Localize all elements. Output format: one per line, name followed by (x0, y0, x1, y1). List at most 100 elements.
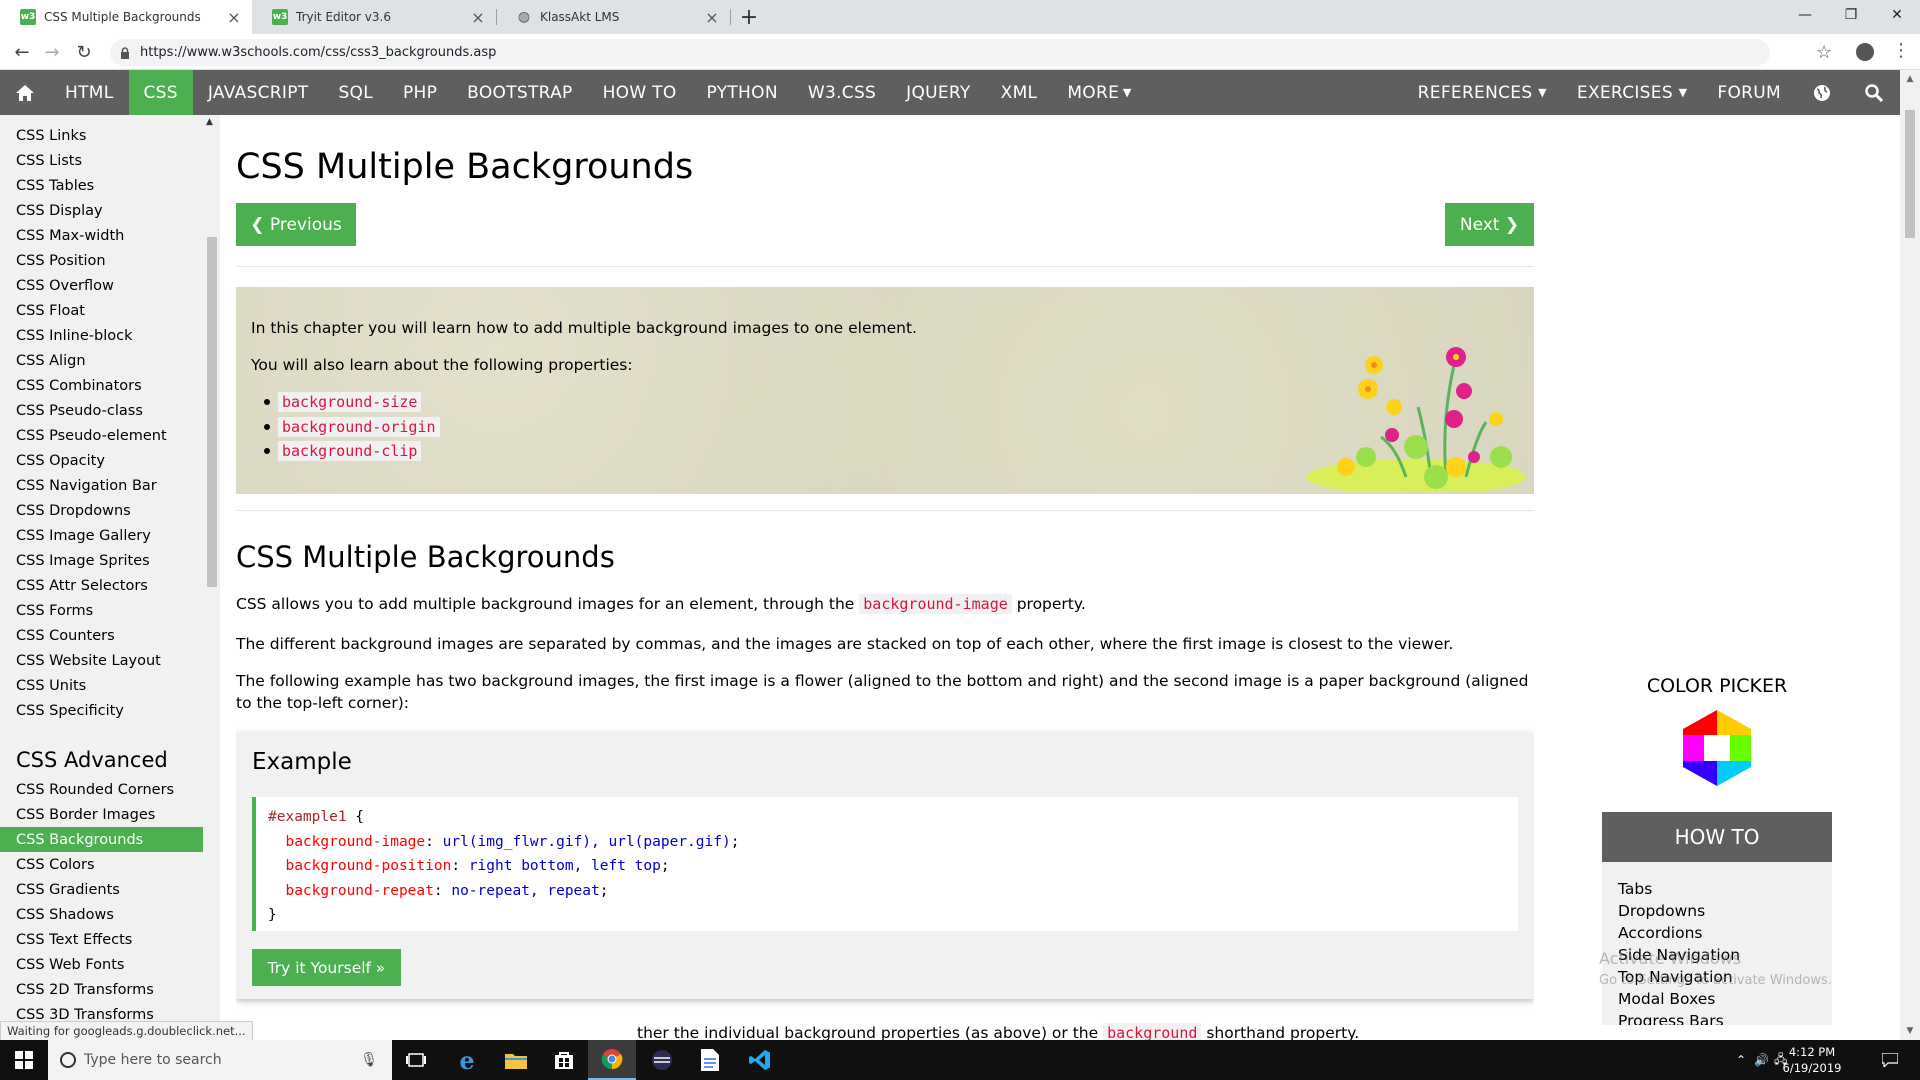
nav-references[interactable]: REFERENCES ▼ (1403, 70, 1562, 115)
browser-tab[interactable]: ◍ KlassAkt LMS × (496, 0, 730, 34)
nav-item-xml[interactable]: XML (986, 70, 1053, 115)
nav-forum[interactable]: FORUM (1702, 70, 1796, 115)
scrollbar-thumb[interactable] (207, 237, 217, 587)
nav-item-python[interactable]: PYTHON (692, 70, 793, 115)
previous-button[interactable]: ❮ Previous (236, 203, 356, 246)
close-tab-icon[interactable]: × (704, 8, 720, 27)
sidebar-item-css-combinators[interactable]: CSS Combinators (0, 373, 203, 398)
sidebar-item-css-colors[interactable]: CSS Colors (0, 852, 203, 877)
search-icon[interactable] (1848, 70, 1900, 115)
sidebar-item-css-gradients[interactable]: CSS Gradients (0, 877, 203, 902)
nav-item-css[interactable]: CSS (128, 70, 193, 115)
forward-button[interactable]: → (40, 40, 64, 64)
scroll-up-arrow-icon[interactable]: ▲ (206, 117, 213, 127)
close-window-button[interactable]: ✕ (1874, 0, 1920, 30)
task-view-icon[interactable] (392, 1040, 440, 1080)
volume-icon[interactable]: 🔊 (1754, 1053, 1774, 1067)
globe-icon[interactable] (1796, 70, 1848, 115)
file-explorer-icon[interactable] (492, 1040, 540, 1080)
chrome-icon[interactable] (588, 1040, 636, 1080)
sidebar-item-css-attr-selectors[interactable]: CSS Attr Selectors (0, 573, 203, 598)
nav-exercises[interactable]: EXERCISES ▼ (1562, 70, 1703, 115)
sidebar-item-css-max-width[interactable]: CSS Max-width (0, 223, 203, 248)
sidebar-scrollbar[interactable]: ▲ (204, 115, 218, 1025)
sidebar-item-css-image-sprites[interactable]: CSS Image Sprites (0, 548, 203, 573)
sidebar-item-css-counters[interactable]: CSS Counters (0, 623, 203, 648)
bookmark-star-icon[interactable]: ☆ (1816, 42, 1832, 63)
store-icon[interactable] (540, 1040, 588, 1080)
sidebar-item-css-forms[interactable]: CSS Forms (0, 598, 203, 623)
sidebar-item-css-pseudo-element[interactable]: CSS Pseudo-element (0, 423, 203, 448)
next-button[interactable]: Next ❯ (1445, 203, 1534, 246)
taskbar-search-box[interactable]: Type here to search 🎙 (48, 1040, 392, 1080)
sidebar-item-css-display[interactable]: CSS Display (0, 198, 203, 223)
nav-item-bootstrap[interactable]: BOOTSTRAP (452, 70, 587, 115)
sidebar-item-css-specificity[interactable]: CSS Specificity (0, 698, 203, 723)
page-scrollbar[interactable]: ▲ ▼ (1900, 70, 1920, 1040)
scrollbar-thumb[interactable] (1905, 110, 1915, 238)
browser-tab-active[interactable]: w3 CSS Multiple Backgrounds × (0, 0, 252, 34)
sidebar-item-css-shadows[interactable]: CSS Shadows (0, 902, 203, 927)
windows-start-icon[interactable] (0, 1040, 48, 1080)
nav-item-php[interactable]: PHP (388, 70, 452, 115)
sidebar-item-css-inline-block[interactable]: CSS Inline-block (0, 323, 203, 348)
how-to-link-accordions[interactable]: Accordions (1602, 922, 1832, 944)
sidebar-item-css-align[interactable]: CSS Align (0, 348, 203, 373)
address-bar[interactable]: https://www.w3schools.com/css/css3_backg… (110, 39, 1770, 66)
sidebar-item-css-text-effects[interactable]: CSS Text Effects (0, 927, 203, 952)
nav-item-more[interactable]: MORE ▼ (1052, 70, 1146, 115)
sidebar-item-css-links[interactable]: CSS Links (0, 123, 203, 148)
close-tab-icon[interactable]: × (226, 8, 242, 27)
browser-menu-icon[interactable]: ⋮ (1892, 40, 1910, 61)
notifications-icon[interactable] (1870, 1040, 1910, 1080)
back-button[interactable]: ← (10, 40, 34, 64)
nav-item-how-to[interactable]: HOW TO (588, 70, 692, 115)
sidebar-item-css-web-fonts[interactable]: CSS Web Fonts (0, 952, 203, 977)
how-to-link-modal-boxes[interactable]: Modal Boxes (1602, 988, 1832, 1010)
sidebar-item-css-border-images[interactable]: CSS Border Images (0, 802, 203, 827)
minimize-button[interactable]: — (1782, 0, 1828, 30)
color-picker-icon[interactable] (1677, 708, 1757, 788)
profile-avatar-icon[interactable] (1856, 43, 1874, 61)
sidebar-item-css-navigation-bar[interactable]: CSS Navigation Bar (0, 473, 203, 498)
sidebar-item-css-rounded-corners[interactable]: CSS Rounded Corners (0, 777, 203, 802)
nav-item-javascript[interactable]: JAVASCRIPT (193, 70, 324, 115)
sidebar-item-css-image-gallery[interactable]: CSS Image Gallery (0, 523, 203, 548)
taskbar-clock[interactable]: 4:12 PM 6/19/2019 (1776, 1044, 1848, 1076)
close-tab-icon[interactable]: × (470, 8, 486, 27)
try-it-yourself-button[interactable]: Try it Yourself » (252, 949, 401, 986)
vscode-icon[interactable] (736, 1040, 784, 1080)
sidebar-item-css-dropdowns[interactable]: CSS Dropdowns (0, 498, 203, 523)
scroll-down-arrow-icon[interactable]: ▼ (1905, 1026, 1915, 1036)
sidebar-item-css-backgrounds[interactable]: CSS Backgrounds (0, 827, 203, 852)
sidebar-item-css-overflow[interactable]: CSS Overflow (0, 273, 203, 298)
app-icon[interactable] (638, 1040, 686, 1080)
sidebar-item-css-units[interactable]: CSS Units (0, 673, 203, 698)
sidebar-item-css-float[interactable]: CSS Float (0, 298, 203, 323)
reload-button[interactable]: ↻ (72, 40, 96, 64)
home-icon[interactable] (0, 70, 50, 115)
nav-item-sql[interactable]: SQL (323, 70, 388, 115)
chevron-up-icon[interactable]: ⌃ (1736, 1053, 1754, 1067)
how-to-link-dropdowns[interactable]: Dropdowns (1602, 900, 1832, 922)
nav-item-w3-css[interactable]: W3.CSS (793, 70, 891, 115)
scroll-up-arrow-icon[interactable]: ▲ (1905, 74, 1915, 84)
microphone-icon[interactable]: 🎙 (360, 1052, 378, 1068)
document-icon[interactable] (686, 1040, 734, 1080)
sidebar-item-css-opacity[interactable]: CSS Opacity (0, 448, 203, 473)
sidebar-item-css-2d-transforms[interactable]: CSS 2D Transforms (0, 977, 203, 1002)
new-tab-button[interactable]: + (736, 0, 762, 34)
code-value: url(img_flwr.gif), url(paper.gif) (442, 833, 731, 850)
nav-item-jquery[interactable]: JQUERY (891, 70, 986, 115)
how-to-link-tabs[interactable]: Tabs (1602, 878, 1832, 900)
edge-browser-icon[interactable]: e (443, 1040, 491, 1080)
sidebar-item-css-tables[interactable]: CSS Tables (0, 173, 203, 198)
sidebar-item-css-website-layout[interactable]: CSS Website Layout (0, 648, 203, 673)
how-to-link-progress-bars[interactable]: Progress Bars (1602, 1010, 1832, 1025)
sidebar-item-css-position[interactable]: CSS Position (0, 248, 203, 273)
browser-tab[interactable]: w3 Tryit Editor v3.6 × (252, 0, 496, 34)
restore-button[interactable]: ❐ (1828, 0, 1874, 30)
nav-item-html[interactable]: HTML (50, 70, 129, 115)
sidebar-item-css-pseudo-class[interactable]: CSS Pseudo-class (0, 398, 203, 423)
sidebar-item-css-lists[interactable]: CSS Lists (0, 148, 203, 173)
